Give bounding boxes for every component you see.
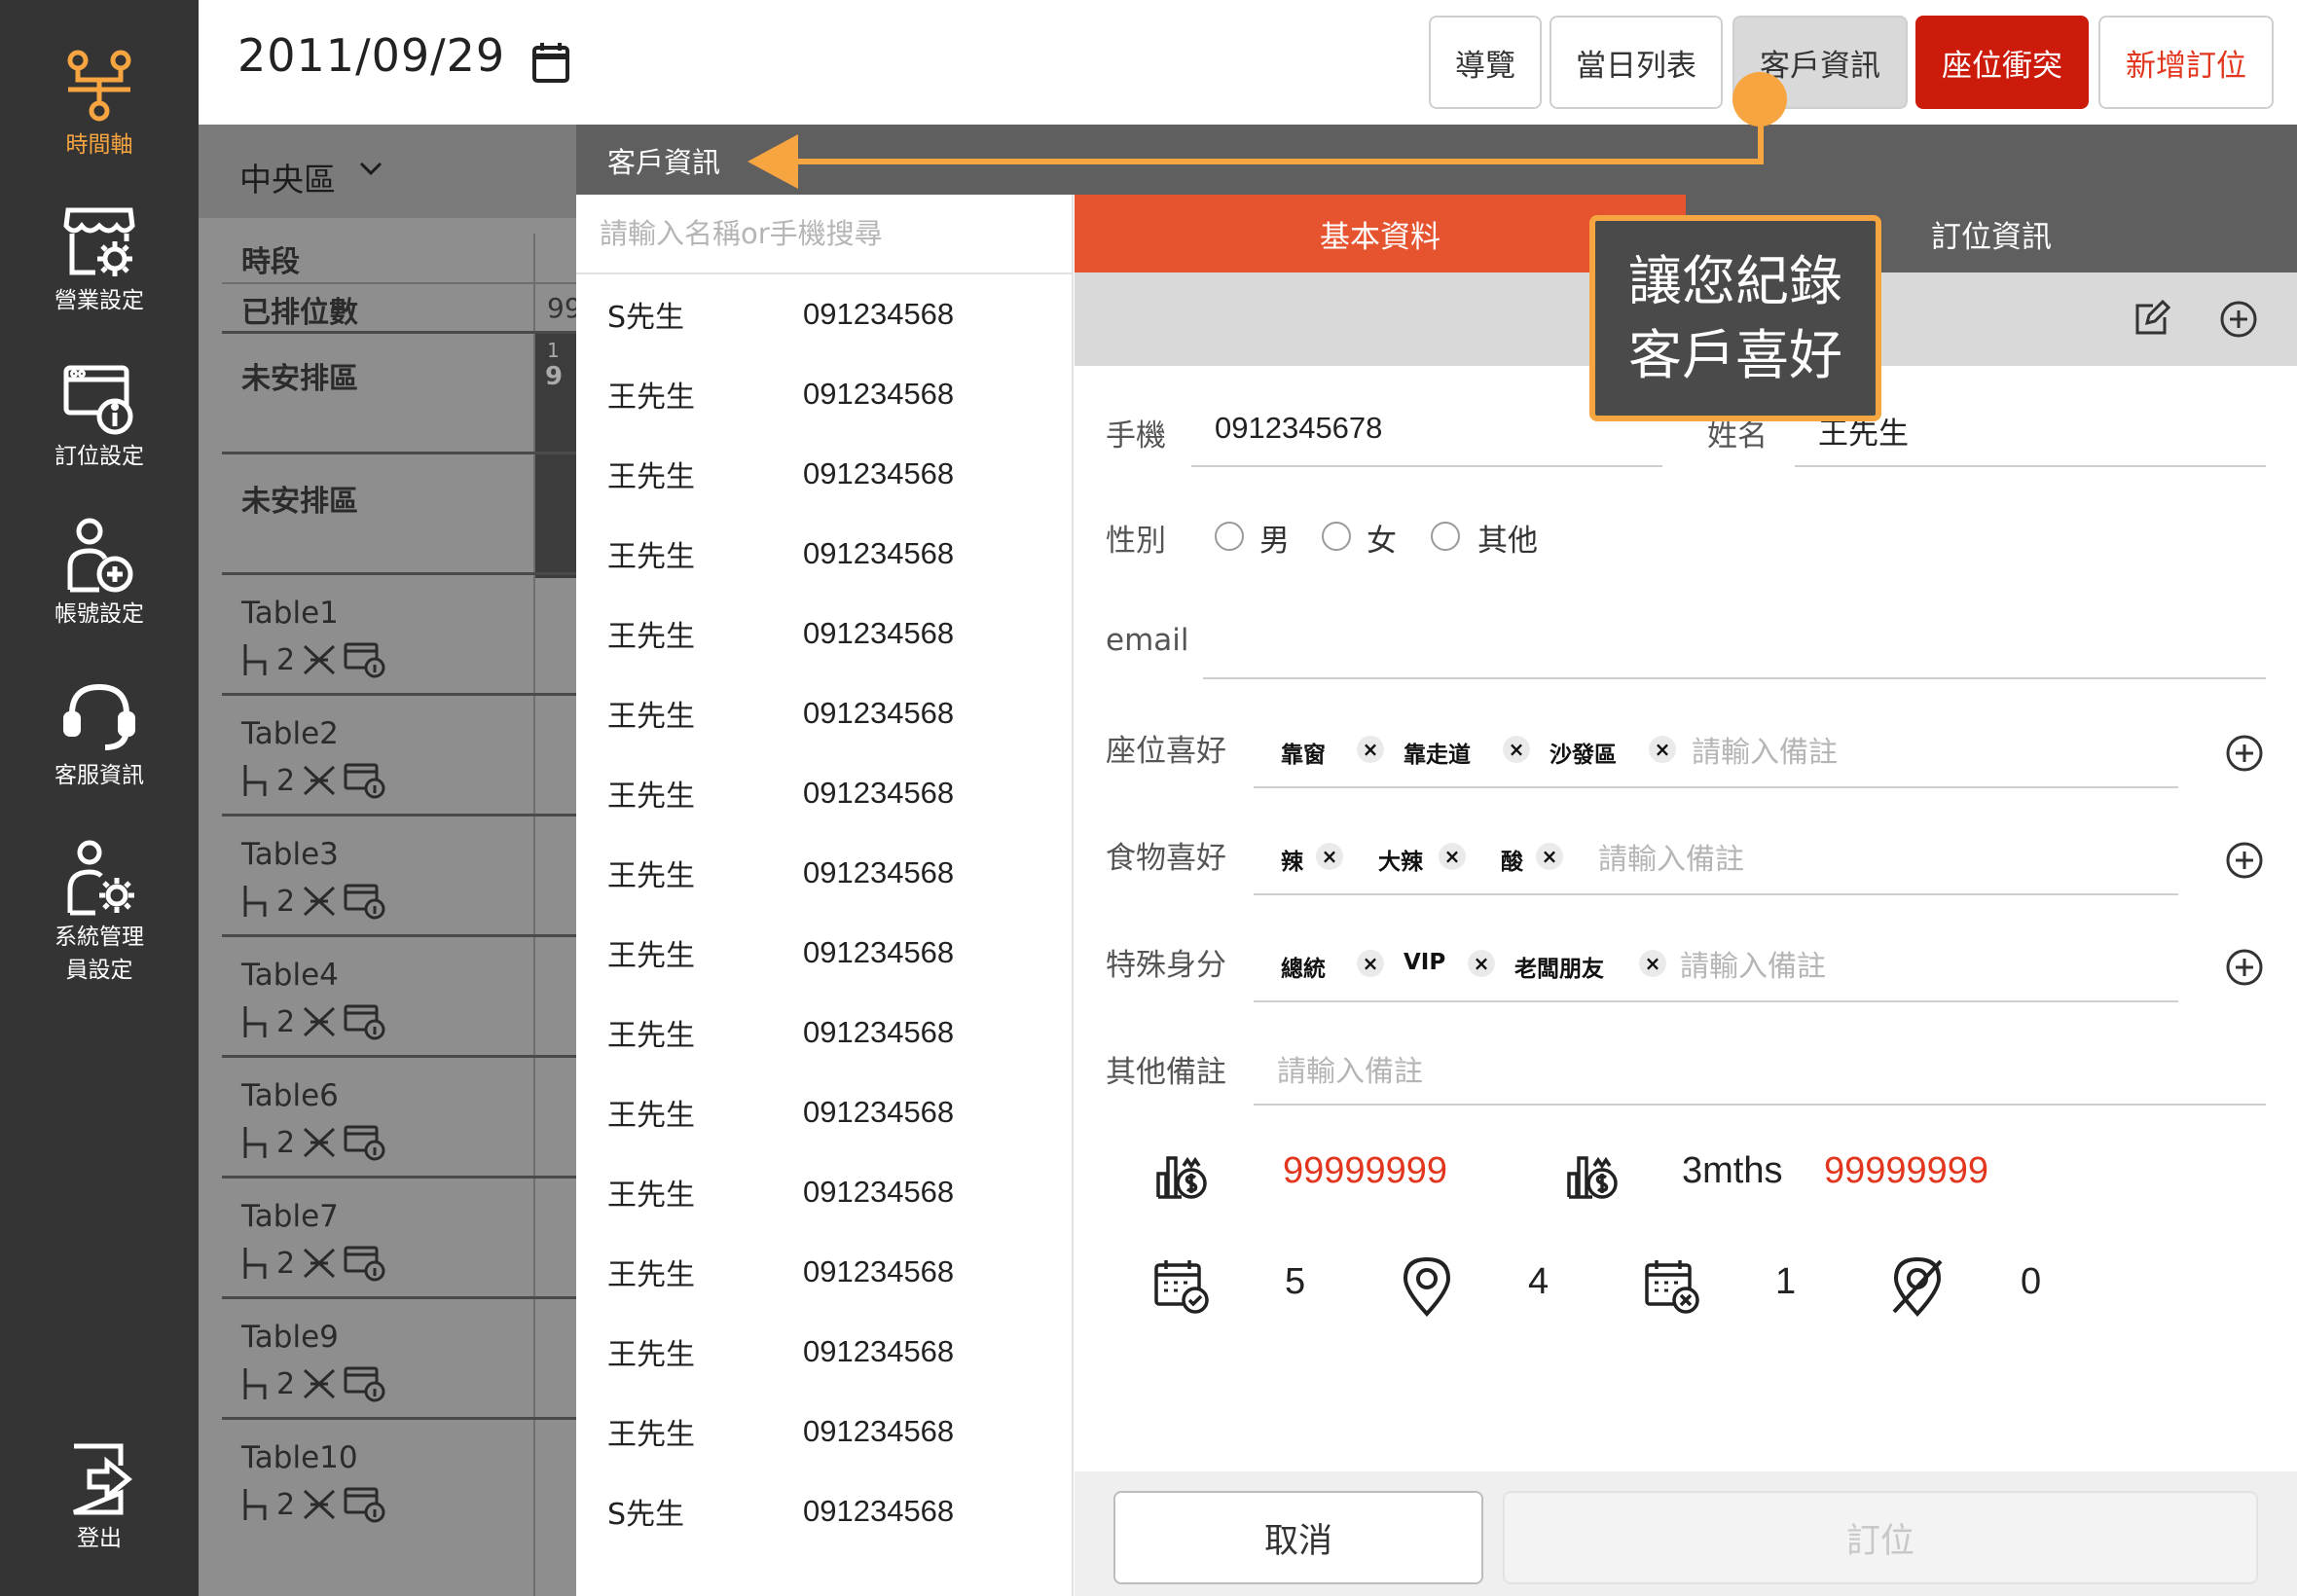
annotation-callout: 讓您紀錄 客戶喜好 xyxy=(1589,215,1881,421)
annotation-line1: 讓您紀錄 xyxy=(1627,250,1842,312)
annotation-dot xyxy=(1732,72,1787,127)
annotation-line2: 客戶喜好 xyxy=(1627,324,1842,386)
annotation-arrow xyxy=(747,97,1764,189)
